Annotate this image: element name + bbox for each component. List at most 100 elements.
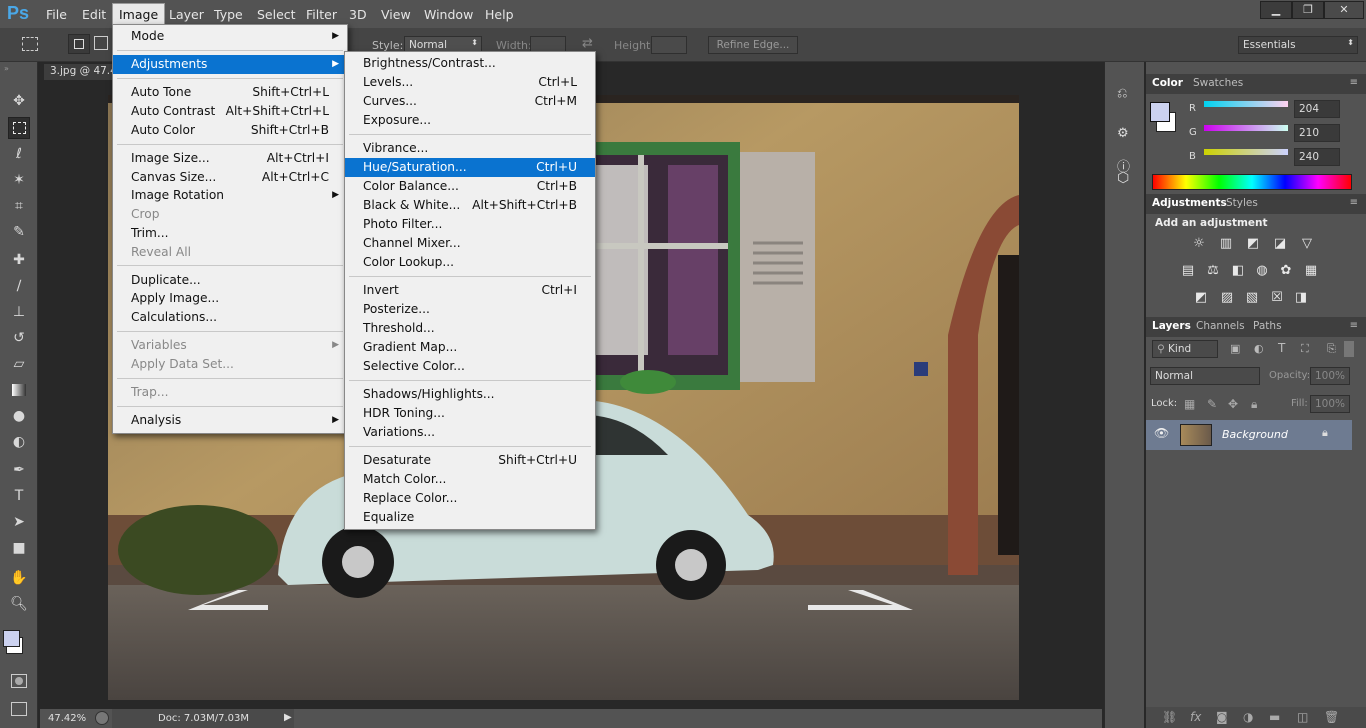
history-panel-icon[interactable]: ⎌ bbox=[1117, 86, 1133, 102]
menu-file[interactable]: File bbox=[46, 7, 67, 22]
levels-adjustment-icon[interactable]: ▥ bbox=[1217, 236, 1235, 252]
swap-icon[interactable]: ⇄ bbox=[582, 36, 593, 51]
healing-brush-icon[interactable]: ✚ bbox=[8, 249, 30, 271]
menu-item-black-white[interactable]: Black & White... Alt+Shift+Ctrl+B bbox=[345, 196, 595, 215]
filter-toggle[interactable] bbox=[1344, 341, 1354, 357]
panel-menu-icon[interactable]: ≡ bbox=[1350, 320, 1358, 331]
menu-item-levels[interactable]: Levels... Ctrl+L bbox=[345, 73, 595, 92]
menu-item-image-size[interactable]: Image Size... Alt+Ctrl+I bbox=[113, 149, 347, 168]
menu-item-hue-saturation[interactable]: Hue/Saturation... Ctrl+U bbox=[345, 158, 595, 178]
filter-smart-object-icon[interactable]: ⎘ bbox=[1327, 342, 1336, 356]
menu-layer[interactable]: Layer bbox=[169, 7, 204, 22]
eyedropper-icon[interactable]: ✎ bbox=[8, 221, 30, 243]
delete-layer-icon[interactable]: 🗑︎ bbox=[1324, 710, 1339, 724]
g-slider[interactable] bbox=[1204, 125, 1288, 131]
blur-icon[interactable]: ● bbox=[8, 405, 30, 427]
layer-name[interactable]: Background bbox=[1222, 428, 1288, 441]
menu-item-vibrance[interactable]: Vibrance... bbox=[345, 139, 595, 158]
lock-transparent-icon[interactable]: ▦ bbox=[1184, 397, 1195, 411]
rectangular-marquee-icon[interactable] bbox=[8, 117, 30, 139]
lasso-icon[interactable]: ℓ bbox=[8, 143, 30, 165]
pen-icon[interactable]: ✒ bbox=[8, 459, 30, 481]
link-layers-icon[interactable]: ⛓ bbox=[1162, 710, 1177, 724]
photo-filter-adjustment-icon[interactable]: ◍ bbox=[1253, 263, 1271, 279]
filter-pixel-icon[interactable]: ▣ bbox=[1230, 342, 1240, 355]
screen-mode-icon[interactable] bbox=[11, 702, 27, 716]
panel-menu-icon[interactable]: ≡ bbox=[1350, 197, 1358, 208]
menu-item-canvas-size[interactable]: Canvas Size... Alt+Ctrl+C bbox=[113, 168, 347, 187]
clone-stamp-icon[interactable]: ⊥ bbox=[8, 301, 30, 323]
menu-3d[interactable]: 3D bbox=[349, 7, 367, 22]
new-selection-icon[interactable] bbox=[68, 34, 90, 54]
foreground-color-swatch[interactable] bbox=[3, 630, 20, 647]
menu-filter[interactable]: Filter bbox=[306, 7, 337, 22]
menu-edit[interactable]: Edit bbox=[82, 7, 106, 22]
height-input[interactable] bbox=[651, 36, 687, 54]
share-icon[interactable] bbox=[95, 711, 109, 725]
menu-item-invert[interactable]: Invert Ctrl+I bbox=[345, 281, 595, 300]
menu-item-exposure[interactable]: Exposure... bbox=[345, 111, 595, 130]
minimize-icon[interactable]: ▁ bbox=[1260, 1, 1292, 19]
brush-icon[interactable]: ∕ bbox=[8, 275, 30, 297]
posterize-adjustment-icon[interactable]: ▨ bbox=[1218, 290, 1236, 306]
move-tool-icon[interactable]: ✥ bbox=[8, 90, 30, 112]
tab-adjustments[interactable]: Adjustments bbox=[1152, 197, 1227, 209]
menu-item-duplicate[interactable]: Duplicate... bbox=[113, 271, 347, 290]
refine-edge-button[interactable]: Refine Edge... bbox=[708, 36, 798, 54]
vibrance-adjustment-icon[interactable]: ▽ bbox=[1298, 236, 1316, 252]
zoom-level[interactable]: 47.42% bbox=[48, 713, 86, 724]
menu-item-color-balance[interactable]: Color Balance... Ctrl+B bbox=[345, 177, 595, 196]
tab-color[interactable]: Color bbox=[1152, 77, 1183, 89]
menu-item-trim[interactable]: Trim... bbox=[113, 224, 347, 243]
tab-paths[interactable]: Paths bbox=[1253, 320, 1282, 332]
dodge-icon[interactable]: ◐ bbox=[8, 431, 30, 453]
b-slider[interactable] bbox=[1204, 149, 1288, 155]
selective-color-adjustment-icon[interactable]: ☒ bbox=[1268, 290, 1286, 306]
quick-mask-icon[interactable] bbox=[11, 674, 27, 688]
filter-adjustment-icon[interactable]: ◐ bbox=[1254, 342, 1264, 355]
magic-wand-icon[interactable]: ✶ bbox=[8, 169, 30, 191]
g-value[interactable]: 210 bbox=[1294, 124, 1340, 142]
3d-panel-icon[interactable]: ⬡ bbox=[1117, 170, 1133, 186]
menu-item-selective-color[interactable]: Selective Color... bbox=[345, 357, 595, 376]
marquee-tool-preset-icon[interactable] bbox=[22, 37, 38, 51]
history-brush-icon[interactable]: ↺ bbox=[8, 327, 30, 349]
gradient-icon[interactable] bbox=[8, 379, 30, 401]
fill-input[interactable]: 100% bbox=[1310, 395, 1350, 413]
invert-adjustment-icon[interactable]: ◩ bbox=[1192, 290, 1210, 306]
menu-type[interactable]: Type bbox=[214, 7, 243, 22]
menu-window[interactable]: Window bbox=[424, 7, 473, 22]
new-layer-icon[interactable]: ◫ bbox=[1297, 710, 1308, 724]
filter-kind-select[interactable]: ⚲ Kind bbox=[1152, 340, 1218, 358]
menu-item-hdr-toning[interactable]: HDR Toning... bbox=[345, 404, 595, 423]
lock-position-icon[interactable]: ✥ bbox=[1228, 397, 1238, 411]
type-icon[interactable]: T bbox=[8, 485, 30, 507]
blend-mode-select[interactable]: Normal bbox=[1150, 367, 1260, 385]
menu-item-desaturate[interactable]: Desaturate Shift+Ctrl+U bbox=[345, 451, 595, 470]
lock-all-icon[interactable]: 🔒︎ bbox=[1251, 397, 1257, 412]
tab-styles[interactable]: Styles bbox=[1226, 197, 1258, 209]
r-slider[interactable] bbox=[1204, 101, 1288, 107]
menu-select[interactable]: Select bbox=[257, 7, 296, 22]
filter-type-icon[interactable]: T bbox=[1278, 341, 1285, 355]
lock-image-icon[interactable]: ✎ bbox=[1207, 397, 1217, 411]
menu-image[interactable]: Image bbox=[112, 3, 166, 25]
add-mask-icon[interactable]: ◙ bbox=[1216, 710, 1228, 724]
menu-item-apply-image[interactable]: Apply Image... bbox=[113, 289, 347, 308]
hand-icon[interactable]: ✋ bbox=[8, 567, 30, 589]
b-value[interactable]: 240 bbox=[1294, 148, 1340, 166]
crop-icon[interactable]: ⌗ bbox=[8, 195, 30, 217]
menu-item-image-rotation[interactable]: Image Rotation ▶ bbox=[113, 186, 347, 205]
rectangle-shape-icon[interactable]: ■ bbox=[8, 537, 30, 559]
menu-item-gradient-map[interactable]: Gradient Map... bbox=[345, 338, 595, 357]
menu-item-equalize[interactable]: Equalize bbox=[345, 508, 595, 527]
menu-item-auto-color[interactable]: Auto Color Shift+Ctrl+B bbox=[113, 121, 347, 140]
layer-row-background[interactable]: 👁︎ Background 🔒︎ bbox=[1146, 420, 1352, 450]
menu-item-auto-tone[interactable]: Auto Tone Shift+Ctrl+L bbox=[113, 83, 347, 102]
workspace-select[interactable]: Essentials ⬍ bbox=[1238, 36, 1358, 54]
brightness-adjustment-icon[interactable]: ☼ bbox=[1190, 236, 1208, 252]
menu-item-channel-mixer[interactable]: Channel Mixer... bbox=[345, 234, 595, 253]
panel-menu-icon[interactable]: ≡ bbox=[1350, 77, 1358, 88]
black-white-adjustment-icon[interactable]: ◧ bbox=[1229, 263, 1247, 279]
gradient-map-adjustment-icon[interactable]: ◨ bbox=[1292, 290, 1310, 306]
